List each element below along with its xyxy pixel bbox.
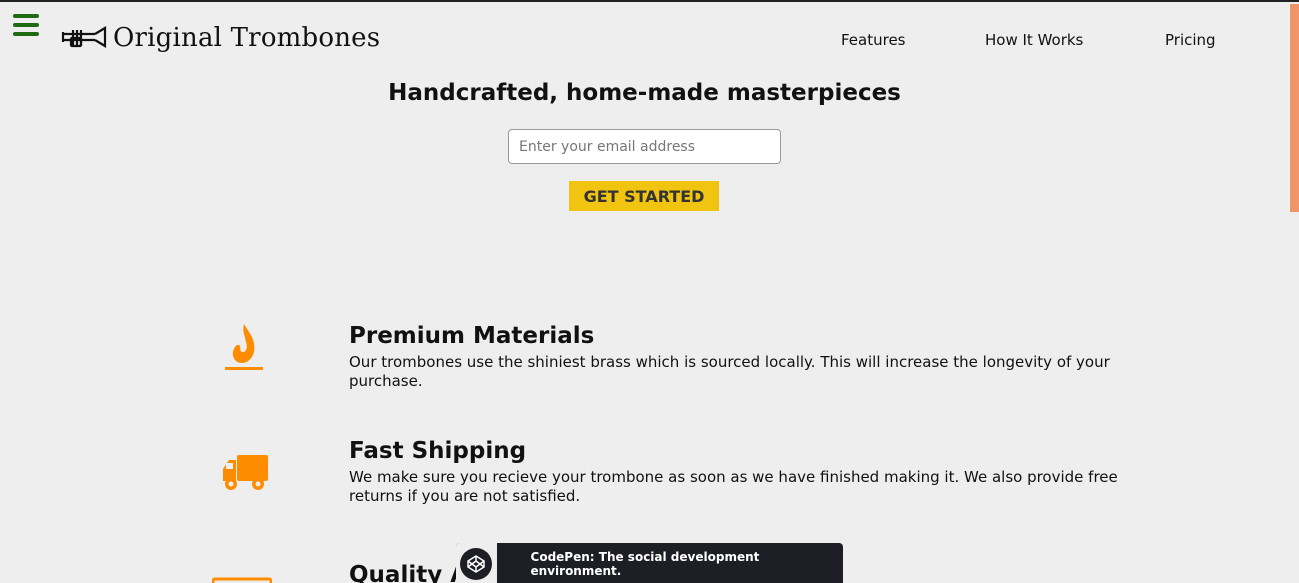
- scrollbar-thumb[interactable]: [1290, 4, 1299, 212]
- hero-title: Handcrafted, home-made masterpieces: [388, 80, 901, 106]
- brand-logo[interactable]: Original Trombones: [61, 22, 380, 54]
- email-input[interactable]: [508, 129, 781, 164]
- feature-desc-premium: Our trombones use the shiniest brass whi…: [349, 353, 1110, 390]
- codepen-banner-text: CodePen: The social development environm…: [530, 550, 760, 578]
- battery-icon: [212, 577, 272, 583]
- fire-icon: [225, 324, 263, 370]
- codepen-logo-icon: [460, 548, 493, 580]
- feature-title-premium: Premium Materials: [349, 323, 595, 349]
- codepen-banner[interactable]: CodePen: The social development environm…: [456, 543, 843, 583]
- nav-pricing[interactable]: Pricing: [1165, 31, 1216, 49]
- hamburger-menu-icon[interactable]: [13, 14, 39, 36]
- brand-name: Original Trombones: [113, 23, 381, 53]
- feature-desc-shipping: We make sure you recieve your trombone a…: [349, 468, 1118, 505]
- get-started-button[interactable]: GET STARTED: [569, 181, 719, 211]
- feature-title-shipping: Fast Shipping: [349, 438, 527, 464]
- truck-icon: [223, 455, 268, 490]
- nav-how-it-works[interactable]: How It Works: [985, 31, 1083, 49]
- nav-features[interactable]: Features: [841, 31, 906, 49]
- trumpet-icon: [61, 26, 107, 48]
